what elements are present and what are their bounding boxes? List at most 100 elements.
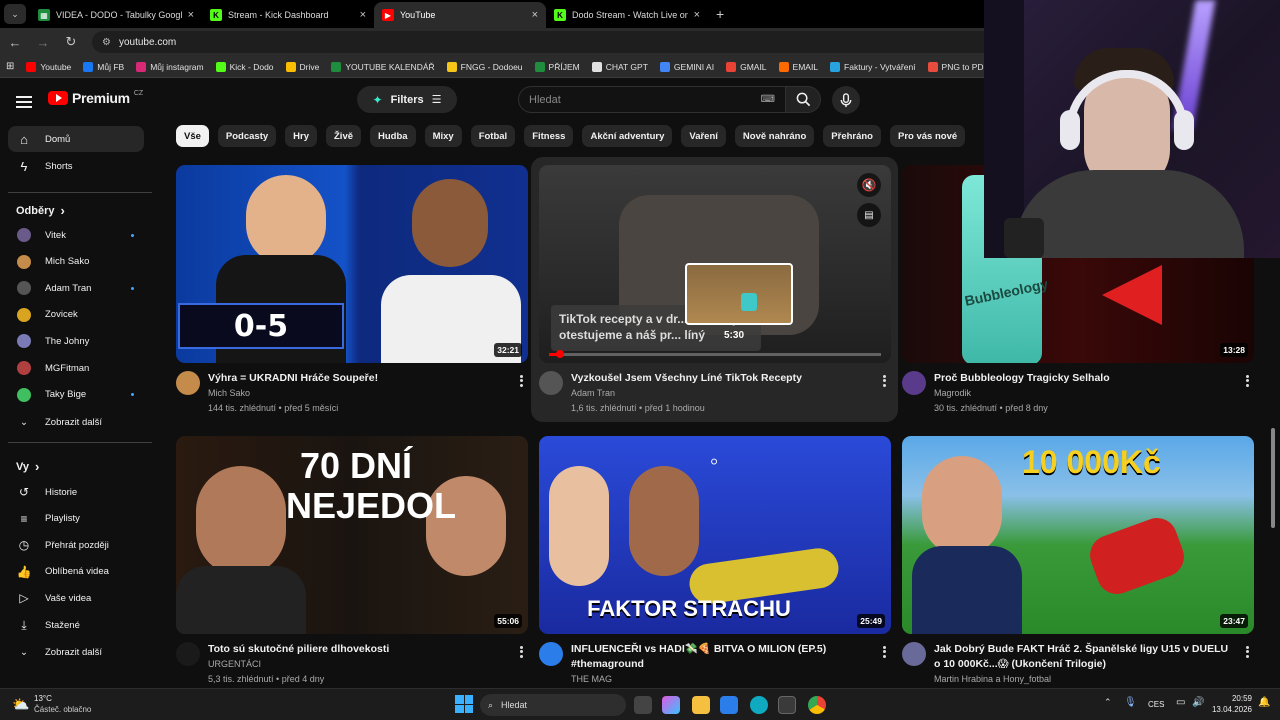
channel-avatar[interactable]	[539, 642, 563, 666]
youtube-premium-logo[interactable]: Premium CZ	[48, 90, 143, 106]
channel-name[interactable]: Mich Sako	[208, 388, 250, 398]
weather-icon[interactable]: ⛅	[12, 696, 29, 713]
chrome-icon[interactable]	[808, 696, 826, 714]
more-options-icon[interactable]	[1246, 373, 1250, 388]
close-tab-icon[interactable]: ×	[694, 9, 700, 21]
more-options-icon[interactable]	[520, 373, 524, 388]
browser-tab[interactable]: K Stream - Kick Dashboard ×	[202, 2, 374, 28]
sidebar-item-you[interactable]: ◷ Přehrát později	[8, 532, 144, 558]
you-heading[interactable]: Vy ›	[16, 459, 39, 474]
chip-11[interactable]: Přehráno	[823, 125, 881, 147]
bookmark-item[interactable]: Drive	[285, 61, 319, 72]
mic-tray-icon[interactable]: 🎙	[1124, 697, 1137, 708]
weather-desc[interactable]: Částeč. oblačno	[34, 705, 91, 714]
video-thumbnail[interactable]: 0-5 32:21	[176, 165, 528, 363]
show-more-you[interactable]: ⌄ Zobrazit další	[8, 639, 144, 665]
channel-avatar[interactable]	[176, 371, 200, 395]
terminal-icon[interactable]	[778, 696, 796, 714]
bookmark-item[interactable]: EMAIL	[778, 61, 818, 72]
chip-3[interactable]: Živě	[326, 125, 362, 147]
channel-name[interactable]: Martin Hrabina a Hony_fotbal	[934, 674, 1051, 684]
sidebar-item-shorts[interactable]: ϟ Shorts	[8, 153, 144, 179]
video-thumbnail[interactable]: 70 DNÍ NEJEDOL 55:06	[176, 436, 528, 634]
close-tab-icon[interactable]: ×	[188, 9, 194, 21]
sidebar-subscription[interactable]: MGFitman	[8, 355, 144, 381]
bookmark-item[interactable]: PNG to PDF	[927, 61, 989, 72]
bookmark-item[interactable]: Kick - Dodo	[215, 61, 274, 72]
bookmark-item[interactable]: GMAIL	[726, 61, 767, 72]
sidebar-item-you[interactable]: ⤓ Stažené	[8, 612, 144, 638]
chip-1[interactable]: Podcasty	[217, 125, 277, 147]
subscriptions-heading[interactable]: Odběry ›	[16, 203, 65, 218]
video-thumbnail[interactable]: 10 000Kč 23:47	[902, 436, 1254, 634]
browser-tab-active[interactable]: ▶ YouTube ×	[374, 2, 546, 28]
close-tab-icon[interactable]: ×	[360, 9, 366, 21]
back-icon[interactable]: ←	[8, 35, 22, 50]
video-preview[interactable]: TikTok recepty a v dr... všechny otestuj…	[539, 165, 891, 363]
channel-avatar[interactable]	[902, 371, 926, 395]
site-info-icon[interactable]: ⚙	[102, 37, 111, 48]
video-thumbnail[interactable]: ◦ FAKTOR STRACHU 25:49	[539, 436, 891, 634]
clock-date[interactable]: 13.04.2026	[1206, 705, 1252, 714]
notification-icon[interactable]: 🔔	[1258, 697, 1270, 708]
chip-8[interactable]: Akční adventury	[582, 125, 673, 147]
close-tab-icon[interactable]: ×	[532, 9, 538, 21]
channel-name[interactable]: URGENTÁCI	[208, 659, 261, 669]
sidebar-item-home[interactable]: ⌂ Domů	[8, 126, 144, 152]
video-title[interactable]: Vyzkoušel Jsem Všechny Líné TikTok Recep…	[571, 371, 871, 386]
sidebar-subscription[interactable]: The Johny	[8, 328, 144, 354]
weather-temp[interactable]: 13°C	[34, 694, 52, 703]
sidebar-subscription[interactable]: Adam Tran	[8, 275, 144, 301]
search-button[interactable]	[785, 86, 821, 113]
sidebar-item-you[interactable]: 👍 Oblíbená videa	[8, 559, 144, 585]
more-options-icon[interactable]	[520, 644, 524, 659]
video-title[interactable]: Jak Dobrý Bude FAKT Hráč 2. Španělské li…	[934, 642, 1234, 672]
search-input[interactable]: Hledat ⌨	[518, 86, 786, 113]
clock-time[interactable]: 20:59	[1212, 694, 1252, 703]
bookmark-item[interactable]: YOUTUBE KALENDÁŘ	[331, 61, 435, 72]
reload-icon[interactable]: ↻	[64, 34, 78, 50]
tab-search-button[interactable]: ⌄	[4, 4, 26, 24]
network-icon[interactable]: ▭	[1176, 697, 1185, 708]
channel-avatar[interactable]	[539, 371, 563, 395]
mute-icon[interactable]: 🔇	[857, 173, 881, 197]
file-explorer-icon[interactable]	[692, 696, 710, 714]
captions-icon[interactable]: ▤	[857, 203, 881, 227]
more-options-icon[interactable]	[883, 373, 887, 388]
task-view-icon[interactable]	[634, 696, 652, 714]
video-title[interactable]: INFLUENCEŘI vs HADI💸🍕 BITVA O MILION (EP…	[571, 642, 871, 672]
sidebar-subscription[interactable]: Mich Sako	[8, 249, 144, 275]
chip-5[interactable]: Mixy	[424, 125, 462, 147]
sidebar-subscription[interactable]: Taky Bige	[8, 382, 144, 408]
browser-tab[interactable]: K Dodo Stream - Watch Live on K ×	[546, 2, 708, 28]
video-title[interactable]: Výhra = UKRADNI Hráče Soupeře!	[208, 371, 508, 386]
sidebar-item-you[interactable]: ≡ Playlisty	[8, 506, 144, 532]
bookmark-item[interactable]: FNGG - Dodoeu	[446, 61, 523, 72]
page-scrollbar[interactable]	[1268, 258, 1276, 688]
more-options-icon[interactable]	[1246, 644, 1250, 659]
forward-icon[interactable]: →	[36, 35, 50, 50]
show-more-subscriptions[interactable]: ⌄ Zobrazit další	[8, 409, 144, 435]
copilot-icon[interactable]	[662, 696, 680, 714]
bookmark-item[interactable]: PŘÍJEM	[534, 61, 580, 72]
outlook-icon[interactable]	[720, 696, 738, 714]
channel-name[interactable]: THE MAG	[571, 674, 612, 684]
channel-name[interactable]: Adam Tran	[571, 388, 615, 398]
chip-6[interactable]: Fotbal	[470, 125, 516, 147]
video-title[interactable]: Toto sú skutočné piliere dlhovekosti	[208, 642, 508, 657]
channel-avatar[interactable]	[176, 642, 200, 666]
taskbar-search[interactable]: ⌕ Hledat	[480, 694, 626, 716]
sidebar-subscription[interactable]: Zovicek	[8, 302, 144, 328]
browser-tab[interactable]: ▦ VIDEA - DODO - Tabulky Googl ×	[30, 2, 202, 28]
menu-icon[interactable]	[16, 93, 32, 111]
start-icon[interactable]	[455, 695, 473, 713]
apps-grid-icon[interactable]: ⊞	[6, 61, 14, 72]
chip-7[interactable]: Fitness	[524, 125, 574, 147]
sidebar-item-you[interactable]: ▷ Vaše videa	[8, 585, 144, 611]
bookmark-item[interactable]: CHAT GPT	[591, 61, 648, 72]
scrollbar-thumb[interactable]	[1271, 428, 1275, 528]
chip-10[interactable]: Nově nahráno	[734, 125, 815, 147]
bookmark-item[interactable]: Můj FB	[83, 61, 124, 72]
keyboard-icon[interactable]: ⌨	[761, 94, 775, 105]
sidebar-item-you[interactable]: ↺ Historie	[8, 479, 144, 505]
